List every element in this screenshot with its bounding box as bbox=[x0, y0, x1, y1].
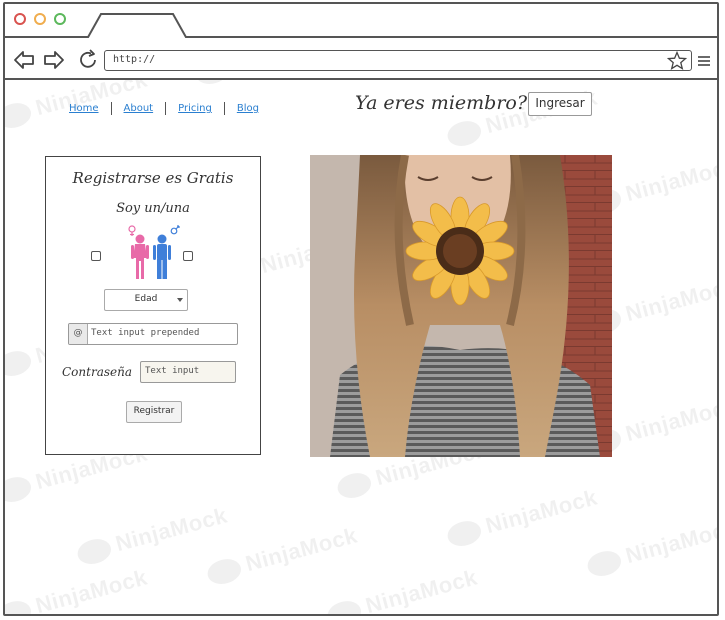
gender-figures bbox=[128, 225, 180, 279]
address-bar[interactable]: http:// bbox=[104, 50, 692, 71]
ninja-icon bbox=[5, 597, 34, 614]
login-button[interactable]: Ingresar bbox=[528, 92, 592, 116]
register-button[interactable]: Registrar bbox=[126, 401, 182, 423]
close-window-dot[interactable] bbox=[14, 13, 26, 25]
nav-separator bbox=[223, 102, 225, 115]
reload-icon[interactable] bbox=[77, 49, 99, 71]
male-checkbox[interactable] bbox=[183, 251, 193, 261]
ninja-icon bbox=[444, 117, 484, 150]
watermark: NinjaMock bbox=[74, 502, 230, 568]
female-symbol-icon bbox=[128, 225, 136, 236]
maximize-window-dot[interactable] bbox=[54, 13, 66, 25]
ninja-icon bbox=[334, 469, 374, 502]
email-placeholder: Text input prepended bbox=[91, 328, 200, 338]
password-label: Contraseña bbox=[62, 365, 132, 379]
ninja-icon bbox=[5, 347, 34, 380]
hero-photo bbox=[310, 155, 612, 457]
forward-arrow-icon[interactable] bbox=[43, 50, 65, 70]
gender-prompt: Soy un/una bbox=[116, 201, 190, 216]
member-question: Ya eres miembro? bbox=[355, 92, 528, 114]
watermark: NinjaMock bbox=[5, 564, 150, 614]
nav-link-pricing[interactable]: Pricing bbox=[178, 103, 212, 114]
watermark: NinjaMock bbox=[444, 484, 600, 550]
nav-link-about[interactable]: About bbox=[124, 103, 154, 114]
nav-separator bbox=[165, 102, 167, 115]
watermark: NinjaMock bbox=[584, 514, 717, 580]
age-select-value: Edad bbox=[134, 294, 158, 304]
back-arrow-icon[interactable] bbox=[13, 50, 35, 70]
registration-form: Registrarse es Gratis Soy un/una Edad @ … bbox=[45, 156, 261, 455]
bookmark-star-icon[interactable] bbox=[667, 51, 687, 71]
title-bar bbox=[5, 4, 717, 40]
ninja-icon bbox=[5, 99, 34, 132]
ninja-icon bbox=[324, 597, 364, 614]
browser-tab[interactable] bbox=[85, 12, 189, 40]
browser-toolbar: http:// bbox=[5, 38, 717, 80]
male-figure-icon bbox=[153, 234, 171, 279]
ninja-icon bbox=[204, 555, 244, 588]
ninja-icon bbox=[584, 547, 624, 580]
minimize-window-dot[interactable] bbox=[34, 13, 46, 25]
top-nav: Home About Pricing Blog bbox=[69, 102, 259, 115]
nav-separator bbox=[110, 102, 112, 115]
email-field[interactable]: @ Text input prepended bbox=[68, 323, 238, 345]
watermark: NinjaMock bbox=[324, 564, 480, 614]
girl-with-sunflower-image bbox=[310, 155, 612, 457]
menu-icon[interactable] bbox=[697, 55, 711, 67]
ninja-icon bbox=[74, 535, 114, 568]
female-figure-icon bbox=[131, 234, 149, 279]
ninja-icon bbox=[444, 517, 484, 550]
ninja-icon bbox=[5, 473, 34, 506]
chevron-down-icon bbox=[177, 298, 183, 302]
nav-link-home[interactable]: Home bbox=[69, 103, 99, 114]
at-sign-icon: @ bbox=[69, 324, 88, 344]
watermark: NinjaMock bbox=[204, 522, 360, 588]
age-select[interactable]: Edad bbox=[104, 289, 188, 311]
male-symbol-icon bbox=[170, 225, 180, 235]
female-checkbox[interactable] bbox=[91, 251, 101, 261]
nav-link-blog[interactable]: Blog bbox=[237, 103, 259, 114]
password-field[interactable]: Text input bbox=[140, 361, 236, 383]
form-title: Registrarse es Gratis bbox=[72, 169, 234, 187]
browser-window: NinjaMock NinjaMock NinjaMock NinjaMock … bbox=[3, 2, 719, 616]
